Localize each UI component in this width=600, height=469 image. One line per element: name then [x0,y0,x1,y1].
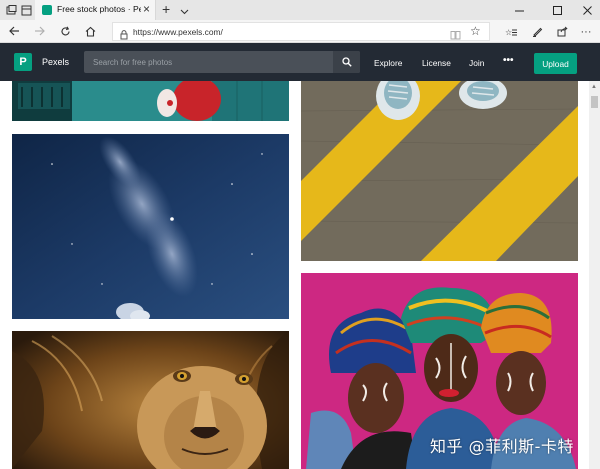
pen-icon[interactable] [528,23,546,40]
browser-tab-bar: Free stock photos · Pexels × + [0,0,600,20]
back-button[interactable] [5,23,23,39]
brand-name[interactable]: Pexels [42,57,69,67]
star-icon[interactable]: ☆ [470,24,481,38]
tab-preview-icon[interactable] [19,3,33,17]
url-text: https://www.pexels.com/ [133,27,223,37]
nav-license[interactable]: License [422,58,451,68]
share-icon[interactable] [553,23,571,40]
photo-grid [0,81,589,469]
upload-button[interactable]: Upload [534,53,577,74]
close-window-icon[interactable] [574,0,600,20]
arrow-right-icon [34,26,45,36]
nav-join[interactable]: Join [469,58,484,68]
pexels-favicon-icon [42,5,52,15]
refresh-button[interactable] [56,23,74,39]
page-scrollbar[interactable]: ▲ [589,81,600,469]
search-input[interactable] [84,51,333,73]
address-bar[interactable]: https://www.pexels.com/ ☆ [112,22,490,41]
search-box [84,51,360,73]
photo-card[interactable] [301,81,578,261]
minimize-icon[interactable] [506,0,532,20]
more-menu-icon[interactable]: ••• [503,55,514,66]
photo-card[interactable] [12,331,289,469]
photo-card[interactable] [12,81,289,121]
watermark: 知乎 @菲利斯-卡特 [430,437,574,456]
browser-nav-bar: https://www.pexels.com/ ☆ ☆ ··· [0,20,600,43]
chevron-down-icon[interactable] [180,3,189,21]
more-icon[interactable]: ··· [577,23,595,40]
search-icon [341,57,352,67]
forward-button[interactable] [30,23,48,39]
nav-explore[interactable]: Explore [374,58,402,68]
tab-actions-icon[interactable] [4,3,18,17]
svg-text:☆: ☆ [505,28,512,37]
scroll-up-icon[interactable]: ▲ [591,84,597,90]
browser-tab[interactable]: Free stock photos · Pexels × [35,0,156,20]
photo-card[interactable] [12,134,289,319]
site-header: P Pexels Explore License Join ••• Upload [0,43,600,81]
scroll-thumb[interactable] [591,96,598,108]
arrow-left-icon [8,26,19,36]
favorites-hub-icon[interactable]: ☆ [502,23,520,40]
new-tab-icon[interactable]: + [162,1,170,17]
home-icon [85,26,95,37]
search-button[interactable] [333,51,360,73]
refresh-icon [61,26,70,35]
tab-close-icon[interactable]: × [143,2,150,16]
home-button[interactable] [81,23,99,39]
tab-title: Free stock photos · Pexels [57,4,141,14]
maximize-icon[interactable] [544,0,570,20]
pexels-logo[interactable]: P [14,53,32,71]
